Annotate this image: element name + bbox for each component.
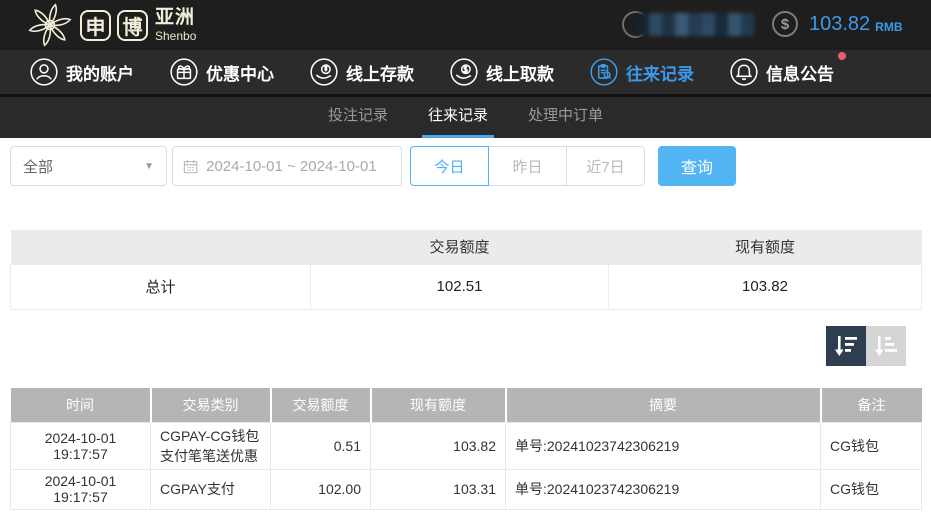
summary-table: 交易额度 现有额度 总计 102.51 103.82 — [10, 230, 922, 310]
balance-amount: 103.82 — [809, 13, 870, 36]
nav-label: 线上存款 — [346, 60, 414, 85]
page: 申 博 亚洲 Shenbo $ 103.82 RMB — [0, 0, 931, 518]
nav-label: 优惠中心 — [206, 60, 274, 85]
tab-betting-records[interactable]: 投注记录 — [322, 97, 394, 138]
nav-label: 往来记录 — [626, 60, 694, 85]
calendar-icon — [183, 158, 198, 175]
sort-descending-icon — [831, 331, 861, 361]
cell-type: CGPAY-CG钱包支付笔笔送优惠 — [151, 422, 271, 469]
summary-total-amount: 102.51 — [311, 264, 609, 309]
nav-label: 我的账户 — [66, 60, 134, 85]
records-icon — [590, 58, 618, 86]
summary-total-label: 总计 — [11, 264, 311, 309]
nav-label: 信息公告 — [766, 60, 834, 85]
today-button[interactable]: 今日 — [410, 146, 489, 186]
col-type: 交易类别 — [151, 388, 271, 422]
records-table: 时间 交易类别 交易额度 现有额度 摘要 备注 2024-10-01 19:17… — [10, 388, 922, 510]
nav-item-deposit[interactable]: 线上存款 — [310, 58, 414, 86]
logo-char-shen: 申 — [80, 10, 111, 41]
cell-time: 2024-10-01 19:17:57 — [11, 422, 151, 469]
col-note: 备注 — [821, 388, 922, 422]
chevron-down-icon: ▼ — [144, 161, 154, 172]
cell-balance: 103.82 — [371, 422, 506, 469]
date-range-input[interactable] — [206, 158, 391, 175]
sort-descending-button[interactable] — [826, 326, 866, 366]
sort-ascending-icon — [871, 331, 901, 361]
brand-logo: 申 博 亚洲 Shenbo — [26, 1, 196, 49]
col-amount: 交易额度 — [271, 388, 371, 422]
tab-processing-orders[interactable]: 处理中订单 — [522, 97, 609, 138]
logo-region-cn: 亚洲 — [155, 8, 196, 27]
cell-amount: 102.00 — [271, 469, 371, 509]
sort-ascending-button[interactable] — [866, 326, 906, 366]
quick-date-buttons: 今日 昨日 近7日 — [410, 146, 645, 186]
logo-char-bo: 博 — [117, 10, 148, 41]
cell-time: 2024-10-01 19:17:57 — [11, 469, 151, 509]
summary-total-row: 总计 102.51 103.82 — [11, 264, 922, 309]
query-button[interactable]: 查询 — [658, 146, 736, 186]
col-time: 时间 — [11, 388, 151, 422]
nav-item-announcements[interactable]: 信息公告 — [730, 58, 834, 86]
cell-note: CG钱包 — [821, 469, 922, 509]
summary-header-amount: 交易额度 — [311, 230, 609, 264]
summary-header-empty — [11, 230, 311, 264]
user-icon — [30, 58, 58, 86]
deposit-icon — [310, 58, 338, 86]
balance-currency: RMB — [875, 20, 902, 34]
last-7-days-button[interactable]: 近7日 — [566, 146, 645, 186]
date-range-picker[interactable] — [172, 146, 402, 186]
records-header-row: 时间 交易类别 交易额度 现有额度 摘要 备注 — [11, 388, 922, 422]
nav-item-my-account[interactable]: 我的账户 — [30, 58, 134, 86]
record-row: 2024-10-01 19:17:57 CGPAY支付 102.00 103.3… — [11, 469, 922, 509]
withdraw-icon — [450, 58, 478, 86]
gift-icon — [170, 58, 198, 86]
nav-item-promotions[interactable]: 优惠中心 — [170, 58, 274, 86]
notification-badge — [838, 52, 846, 60]
user-account[interactable] — [622, 10, 762, 40]
type-select[interactable]: 全部 ▼ — [10, 146, 167, 186]
tab-transaction-records[interactable]: 往来记录 — [422, 97, 494, 138]
yesterday-button[interactable]: 昨日 — [488, 146, 567, 186]
summary-header-balance: 现有额度 — [609, 230, 922, 264]
main-nav: 我的账户 优惠中心 线上存款 线上取款 — [0, 50, 931, 94]
sub-tabbar: 投注记录 往来记录 处理中订单 — [0, 97, 931, 138]
cell-amount: 0.51 — [271, 422, 371, 469]
cell-type: CGPAY支付 — [151, 469, 271, 509]
cell-summary: 单号:20241023742306219 — [506, 422, 821, 469]
nav-item-records[interactable]: 往来记录 — [590, 58, 694, 86]
cell-balance: 103.31 — [371, 469, 506, 509]
bell-icon — [730, 58, 758, 86]
logo-region-en: Shenbo — [155, 30, 196, 42]
balance-display: $ 103.82 RMB — [772, 11, 903, 37]
nav-label: 线上取款 — [486, 60, 554, 85]
flower-logo-icon — [26, 1, 74, 49]
col-balance: 现有额度 — [371, 388, 506, 422]
nav-item-withdraw[interactable]: 线上取款 — [450, 58, 554, 86]
top-header: 申 博 亚洲 Shenbo $ 103.82 RMB — [0, 0, 931, 50]
cell-summary: 单号:20241023742306219 — [506, 469, 821, 509]
cell-note: CG钱包 — [821, 422, 922, 469]
type-select-value: 全部 — [23, 156, 53, 177]
dollar-coin-icon: $ — [772, 11, 798, 37]
logo-region: 亚洲 Shenbo — [155, 8, 196, 42]
col-summary: 摘要 — [506, 388, 821, 422]
summary-total-balance: 103.82 — [609, 264, 922, 309]
username-redacted — [636, 13, 754, 36]
record-row: 2024-10-01 19:17:57 CGPAY-CG钱包支付笔笔送优惠 0.… — [11, 422, 922, 469]
summary-header-row: 交易额度 现有额度 — [11, 230, 922, 264]
